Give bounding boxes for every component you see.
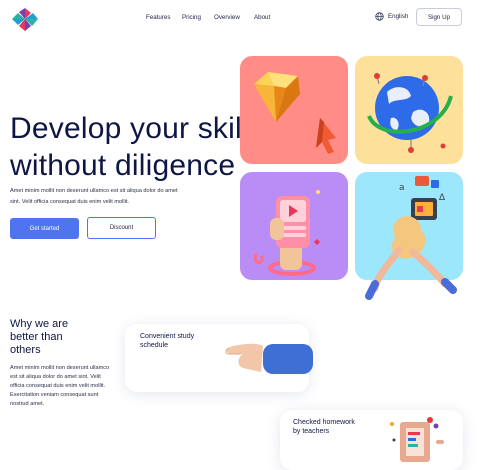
hero-title: Develop your skill without diligence — [10, 110, 250, 184]
hero-title-line-2: without diligence — [10, 149, 236, 182]
svg-text:∆: ∆ — [438, 193, 446, 203]
diamond-cursor-illustration — [254, 72, 336, 154]
tile-globe — [355, 56, 463, 164]
tile-phone — [240, 172, 348, 280]
hero-subtitle-line-2: sint. Velit officia consequat duis enim … — [10, 199, 129, 205]
svg-text:a: a — [399, 183, 405, 193]
why-section-text: Amet minim mollit non deserunt ullamco e… — [10, 365, 110, 407]
pinwheel-logo-icon — [12, 8, 38, 31]
phone-video-illustration — [253, 190, 320, 276]
sign-up-button[interactable]: Sign Up — [416, 8, 462, 26]
character-tablet-illustration: a ∆ — [365, 176, 457, 300]
hero-title-line-1: Develop your skill — [10, 112, 249, 145]
nav-link-about[interactable]: About — [254, 14, 270, 21]
hero-subtitle-line-1: Amet minim mollit non deserunt ullamco e… — [10, 188, 178, 194]
globe-orbit-illustration — [367, 73, 453, 153]
tile-diamond — [240, 56, 348, 164]
globe-icon — [375, 12, 384, 21]
get-started-button[interactable]: Get started — [10, 218, 79, 239]
why-section-title: Why we are better than others — [10, 318, 69, 356]
feature-card-schedule: Convenient study schedule — [125, 324, 313, 392]
feature-card-homework: Checked homework by teachers — [280, 410, 463, 470]
homework-board-illustration — [390, 417, 444, 462]
tile-character: a ∆ — [355, 172, 463, 300]
logo[interactable] — [10, 6, 40, 32]
nav-link-features[interactable]: Features — [146, 14, 170, 21]
nav-link-pricing[interactable]: Pricing — [182, 14, 201, 21]
discount-button[interactable]: Discount — [87, 217, 156, 239]
language-label: English — [388, 13, 409, 20]
hero-subtitle: Amet minim mollit non deserunt ullamco e… — [10, 186, 210, 208]
hand-pointing-illustration — [225, 343, 313, 374]
nav-link-overview[interactable]: Overview — [214, 14, 240, 21]
language-selector[interactable]: English — [375, 12, 408, 21]
